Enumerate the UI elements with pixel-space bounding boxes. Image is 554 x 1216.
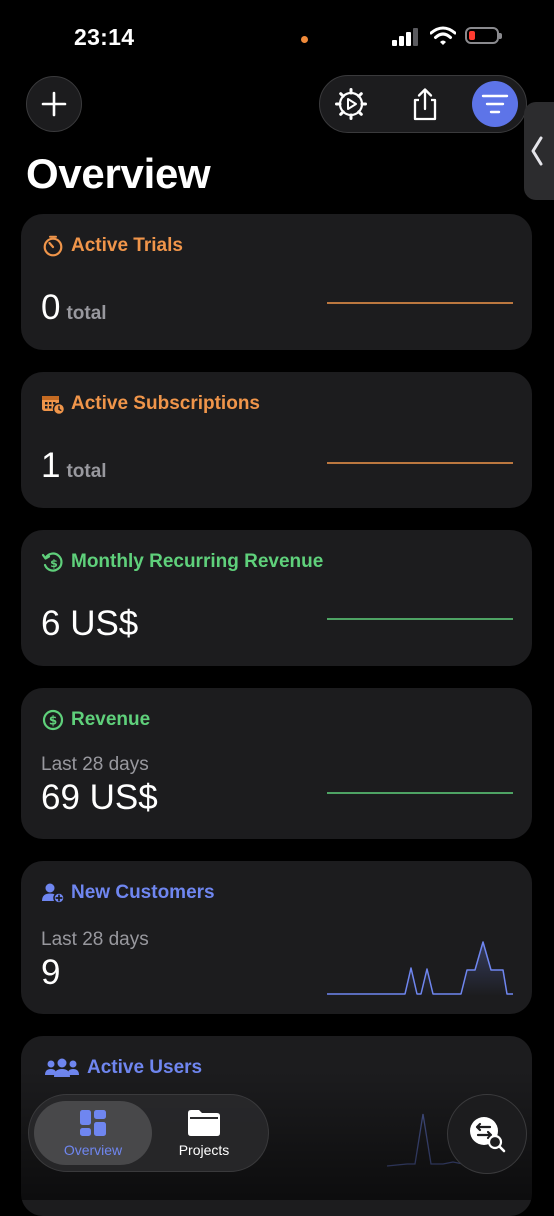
- users-icon: [43, 1056, 81, 1080]
- folder-icon: [188, 1109, 220, 1136]
- recurring-dollar-icon: $: [41, 550, 65, 574]
- calendar-clock-icon: [41, 392, 65, 416]
- card-title: Active Subscriptions: [71, 393, 260, 414]
- card-title: New Customers: [71, 882, 215, 903]
- filter-lines-icon: [481, 94, 509, 114]
- plus-icon: [41, 91, 67, 117]
- tab-label: Projects: [178, 1141, 230, 1158]
- card-value: 9: [41, 953, 61, 992]
- gear-play-icon: [335, 88, 367, 120]
- mrr-card[interactable]: $ Monthly Recurring Revenue 6 US$: [21, 530, 532, 666]
- top-toolbar: [319, 75, 527, 133]
- card-title: Active Trials: [71, 235, 183, 256]
- card-subtitle: Last 28 days: [41, 929, 149, 950]
- new-customers-card[interactable]: New Customers Last 28 days 9: [21, 861, 532, 1014]
- card-title: Revenue: [71, 709, 151, 730]
- share-button[interactable]: [402, 81, 448, 127]
- card-title: Active Users: [87, 1057, 203, 1078]
- card-value: 69 US$: [41, 778, 158, 817]
- trials-sparkline: [327, 302, 513, 304]
- card-value: 6 US$: [41, 604, 139, 643]
- filter-button[interactable]: [472, 81, 518, 127]
- side-panel-handle[interactable]: [524, 102, 554, 200]
- battery-icon: [465, 27, 502, 44]
- status-time: 23:14: [74, 24, 135, 50]
- tab-label: Overview: [63, 1141, 123, 1158]
- tab-bar: Overview Projects: [28, 1094, 269, 1172]
- chevron-left-icon: [531, 136, 543, 166]
- settings-button[interactable]: [328, 81, 374, 127]
- card-unit: total: [66, 303, 107, 324]
- wifi-icon: [430, 26, 456, 45]
- search-transfer-button[interactable]: [447, 1094, 527, 1174]
- status-bar: 23:14: [0, 0, 554, 76]
- svg-text:$: $: [49, 714, 57, 728]
- svg-text:$: $: [50, 557, 58, 570]
- add-button[interactable]: [26, 76, 82, 132]
- card-subtitle: Last 28 days: [41, 754, 149, 775]
- transfer-search-icon: [470, 1117, 506, 1153]
- cellular-signal-icon: [392, 28, 418, 46]
- card-unit: total: [66, 461, 107, 482]
- share-icon: [413, 88, 437, 121]
- subscriptions-sparkline: [327, 462, 513, 464]
- add-person-icon: [41, 881, 65, 905]
- active-trials-card[interactable]: Active Trials 0 total: [21, 214, 532, 350]
- revenue-sparkline: [327, 792, 513, 794]
- revenue-card[interactable]: $ Revenue Last 28 days 69 US$: [21, 688, 532, 839]
- timer-icon: [41, 234, 65, 258]
- card-value: 1 total: [41, 446, 107, 485]
- privacy-indicator-dot: [301, 36, 308, 43]
- dashboard-icon: [80, 1109, 106, 1136]
- dollar-circle-icon: $: [41, 708, 65, 732]
- active-subscriptions-card[interactable]: Active Subscriptions 1 total: [21, 372, 532, 508]
- tab-projects[interactable]: Projects: [145, 1101, 263, 1165]
- tab-overview[interactable]: Overview: [34, 1101, 152, 1165]
- page-title: Overview: [26, 150, 211, 197]
- new-customers-sparkline: [327, 941, 513, 996]
- card-title: Monthly Recurring Revenue: [71, 551, 324, 572]
- card-value: 0 total: [41, 288, 107, 327]
- mrr-sparkline: [327, 618, 513, 620]
